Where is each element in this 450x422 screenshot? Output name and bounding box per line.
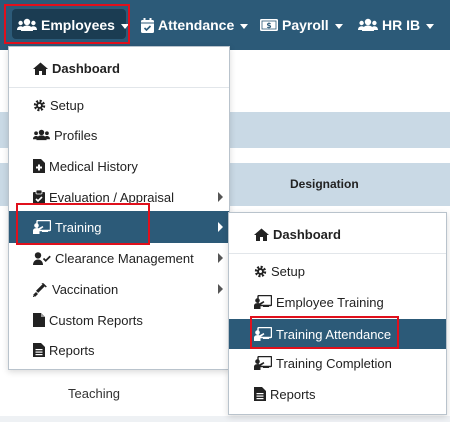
nav-payroll[interactable]: $ Payroll	[260, 0, 343, 50]
table-row-strip	[0, 416, 450, 422]
training-submenu: Dashboard Setup Employee Training Traini…	[228, 212, 447, 415]
home-icon	[254, 228, 269, 241]
submenu-item-label: Reports	[270, 386, 316, 402]
file-text-icon	[33, 343, 45, 357]
menu-divider	[229, 253, 446, 254]
menu-item-custom-reports[interactable]: Custom Reports	[9, 307, 229, 333]
chevron-right-icon	[218, 222, 223, 232]
menu-item-label: Vaccination	[52, 281, 119, 297]
gear-icon	[33, 99, 46, 112]
chevron-down-icon	[240, 23, 249, 29]
money-bill-icon: $	[260, 19, 278, 31]
calendar-check-icon	[141, 17, 154, 33]
submenu-item-setup[interactable]: Setup	[229, 258, 446, 284]
submenu-item-training-completion[interactable]: Training Completion	[229, 350, 446, 376]
submenu-item-label: Training Attendance	[276, 326, 392, 342]
nav-payroll-label: Payroll	[282, 17, 329, 33]
svg-text:$: $	[266, 21, 271, 30]
submenu-item-label: Employee Training	[276, 294, 384, 310]
nav-attendance[interactable]: Attendance	[141, 0, 249, 50]
gear-icon	[254, 265, 267, 278]
menu-item-training[interactable]: Training	[9, 211, 229, 243]
menu-item-dashboard[interactable]: Dashboard	[9, 55, 229, 81]
menu-item-clearance-management[interactable]: Clearance Management	[9, 245, 229, 271]
nav-employees-label: Employees	[41, 17, 115, 33]
users-icon	[33, 129, 50, 141]
menu-item-label: Dashboard	[52, 60, 120, 76]
menu-item-setup[interactable]: Setup	[9, 92, 229, 118]
menu-divider	[9, 87, 229, 88]
column-header-designation[interactable]: Designation	[290, 177, 359, 191]
top-navbar: Employees Attendance $ Payroll HR IB	[0, 0, 450, 50]
submenu-item-reports[interactable]: Reports	[229, 381, 446, 407]
chevron-down-icon	[120, 23, 129, 29]
chalkboard-teacher-icon	[33, 220, 51, 234]
menu-item-label: Setup	[50, 97, 84, 113]
menu-item-label: Clearance Management	[55, 250, 194, 266]
chevron-right-icon	[218, 284, 223, 294]
clipboard-check-icon	[33, 189, 45, 205]
nav-hr-ib[interactable]: HR IB	[358, 0, 435, 50]
submenu-item-label: Dashboard	[273, 226, 341, 242]
chalkboard-teacher-icon	[254, 356, 272, 370]
user-check-icon	[33, 251, 51, 265]
home-icon	[33, 62, 48, 75]
nav-hr-ib-label: HR IB	[382, 17, 421, 33]
employees-dropdown-menu: Dashboard Setup Profiles Medical History…	[8, 46, 230, 370]
menu-item-label: Profiles	[54, 127, 98, 143]
chevron-right-icon	[218, 192, 223, 202]
submenu-item-training-attendance[interactable]: Training Attendance	[229, 319, 446, 349]
chalkboard-teacher-icon	[254, 295, 272, 309]
menu-item-label: Reports	[49, 342, 95, 358]
submenu-item-label: Training Completion	[276, 355, 392, 371]
chevron-down-icon	[426, 23, 435, 29]
users-icon	[17, 18, 37, 32]
nav-attendance-label: Attendance	[158, 17, 235, 33]
table-cell-teaching: Teaching	[68, 386, 121, 401]
menu-item-vaccination[interactable]: Vaccination	[9, 276, 229, 302]
menu-item-reports[interactable]: Reports	[9, 337, 229, 363]
medical-file-icon	[33, 159, 45, 173]
submenu-item-dashboard[interactable]: Dashboard	[229, 221, 446, 247]
nav-employees[interactable]: Employees	[17, 0, 129, 50]
menu-item-profiles[interactable]: Profiles	[9, 122, 229, 148]
chevron-right-icon	[218, 253, 223, 263]
menu-item-label: Medical History	[49, 158, 138, 174]
menu-item-label: Custom Reports	[49, 312, 143, 328]
menu-item-medical-history[interactable]: Medical History	[9, 153, 229, 179]
syringe-icon	[33, 282, 48, 297]
menu-item-evaluation-appraisal[interactable]: Evaluation / Appraisal	[9, 184, 229, 210]
menu-item-label: Training	[55, 219, 102, 235]
users-icon	[358, 18, 378, 32]
menu-item-label: Evaluation / Appraisal	[49, 189, 175, 205]
chalkboard-teacher-icon	[254, 327, 272, 341]
submenu-item-employee-training[interactable]: Employee Training	[229, 289, 446, 315]
file-text-icon	[254, 387, 266, 401]
chevron-down-icon	[334, 23, 343, 29]
file-icon	[33, 313, 45, 327]
submenu-item-label: Setup	[271, 263, 305, 279]
